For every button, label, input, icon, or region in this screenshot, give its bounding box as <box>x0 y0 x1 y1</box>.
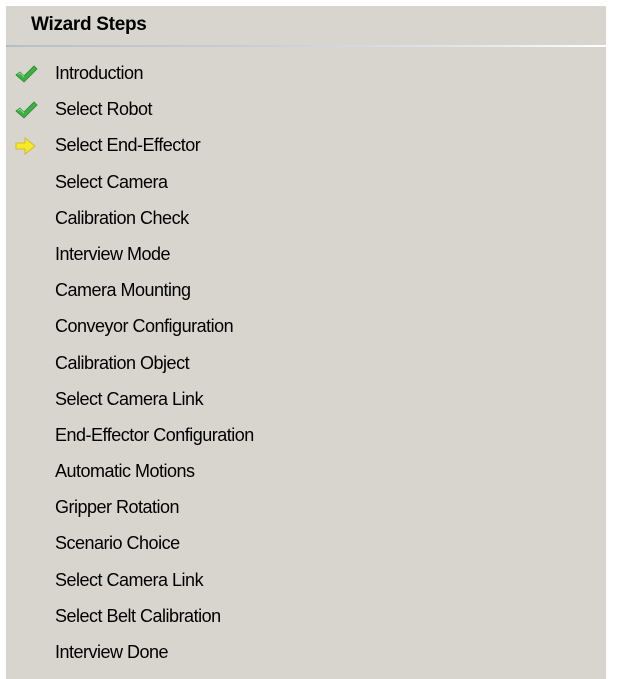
wizard-step-label: Calibration Object <box>55 352 190 373</box>
header-divider <box>6 45 606 47</box>
wizard-steps-list: Introduction Select Robot Select End-Effec… <box>6 58 606 673</box>
wizard-step-label: End-Effector Configuration <box>55 424 254 445</box>
checkmark-icon <box>14 64 38 84</box>
wizard-step-label: Conveyor Configuration <box>55 316 234 337</box>
wizard-step-label: Select Belt Calibration <box>55 605 221 626</box>
wizard-step-label: Select Robot <box>55 99 153 120</box>
wizard-step-15[interactable]: Select Camera Link <box>6 565 606 601</box>
wizard-step-12[interactable]: Automatic Motions <box>6 456 606 492</box>
wizard-step-1[interactable]: Introduction <box>6 58 606 94</box>
wizard-step-10[interactable]: Select Camera Link <box>6 384 606 420</box>
wizard-steps-panel: Wizard Steps Introduction Select Robot Sel… <box>6 6 606 679</box>
wizard-step-13[interactable]: Gripper Rotation <box>6 492 606 528</box>
wizard-step-label: Introduction <box>55 63 144 83</box>
wizard-step-17[interactable]: Interview Done <box>6 637 606 673</box>
wizard-step-label: Interview Done <box>55 642 169 662</box>
wizard-step-label: Gripper Rotation <box>55 497 180 518</box>
wizard-step-7[interactable]: Camera Mounting <box>6 275 606 311</box>
panel-title: Wizard Steps <box>31 14 147 35</box>
wizard-step-4[interactable]: Select Camera <box>6 167 606 203</box>
wizard-step-6[interactable]: Interview Mode <box>6 239 606 275</box>
wizard-step-5[interactable]: Calibration Check <box>6 203 606 239</box>
wizard-step-16[interactable]: Select Belt Calibration <box>6 601 606 637</box>
wizard-step-label: Automatic Motions <box>55 461 195 482</box>
panel-header: Wizard Steps <box>6 6 606 47</box>
arrow-right-icon <box>14 136 38 156</box>
wizard-step-label: Select Camera Link <box>55 388 204 409</box>
wizard-step-label: Select End-Effector <box>55 135 201 156</box>
wizard-step-9[interactable]: Calibration Object <box>6 348 606 384</box>
wizard-step-label: Scenario Choice <box>55 533 180 554</box>
wizard-step-2[interactable]: Select Robot <box>6 94 606 130</box>
wizard-step-label: Select Camera <box>55 171 168 192</box>
wizard-step-8[interactable]: Conveyor Configuration <box>6 311 606 347</box>
checkmark-icon <box>14 100 38 120</box>
wizard-step-label: Select Camera Link <box>55 569 204 590</box>
wizard-step-3[interactable]: Select End-Effector <box>6 130 606 166</box>
wizard-step-14[interactable]: Scenario Choice <box>6 528 606 564</box>
wizard-step-label: Camera Mounting <box>55 280 191 301</box>
wizard-step-11[interactable]: End-Effector Configuration <box>6 420 606 456</box>
wizard-step-label: Calibration Check <box>55 207 189 228</box>
wizard-step-label: Interview Mode <box>55 243 171 264</box>
